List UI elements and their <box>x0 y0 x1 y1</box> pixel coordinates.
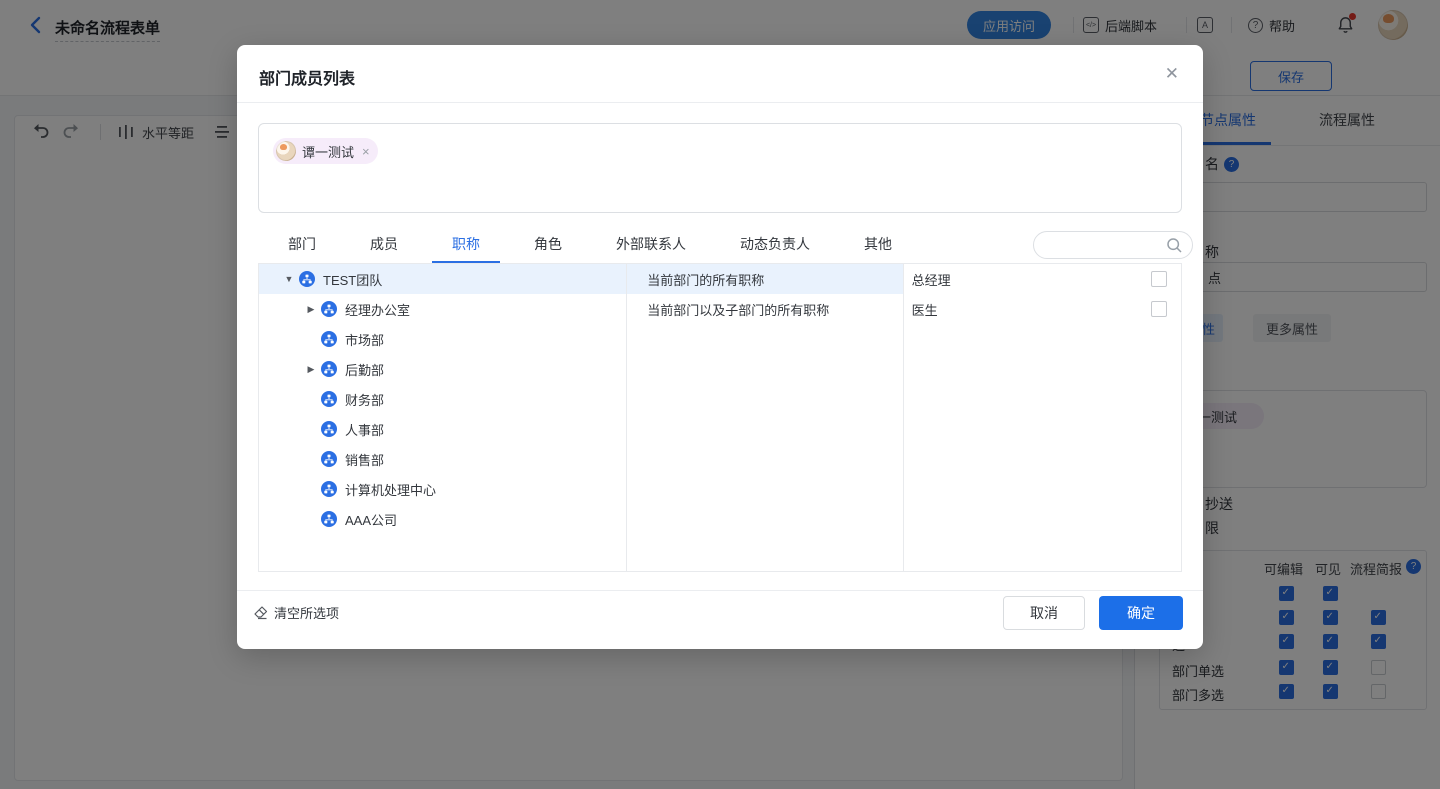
dialog-header: 部门成员列表 ✕ <box>237 45 1203 103</box>
caret-right-icon[interactable]: ▶ <box>305 364 317 375</box>
tab-job-title[interactable]: 职称 <box>452 225 480 263</box>
department-member-dialog: 部门成员列表 ✕ 谭一测试 × 部门 成员 职称 角色 外部联系人 动态负责人 … <box>237 45 1203 649</box>
tree-item[interactable]: 销售部 <box>259 444 626 474</box>
department-icon <box>321 481 337 497</box>
tree-item[interactable]: ▶ 经理办公室 <box>259 294 626 324</box>
search-box[interactable] <box>1033 231 1193 259</box>
tab-dynamic-owner[interactable]: 动态负责人 <box>740 225 810 263</box>
member-avatar <box>276 141 296 161</box>
dialog-title: 部门成员列表 <box>259 65 355 89</box>
department-icon <box>321 421 337 437</box>
list-item[interactable]: 医生 <box>904 294 1181 324</box>
selector-panel: ▼ TEST团队 ▶ 经理办公室 市场部 ▶ 后勤部 <box>258 263 1182 572</box>
department-tree: ▼ TEST团队 ▶ 经理办公室 市场部 ▶ 后勤部 <box>259 264 627 571</box>
tab-other[interactable]: 其他 <box>864 225 892 263</box>
tree-item[interactable]: ▶ 后勤部 <box>259 354 626 384</box>
caret-down-icon[interactable]: ▼ <box>283 274 295 284</box>
search-icon <box>1166 237 1183 254</box>
dialog-tabs: 部门 成员 职称 角色 外部联系人 动态负责人 其他 <box>258 225 998 263</box>
confirm-button[interactable]: 确定 <box>1099 596 1183 630</box>
tree-item[interactable]: 市场部 <box>259 324 626 354</box>
checkbox[interactable] <box>1151 271 1167 287</box>
search-input[interactable] <box>1046 235 1168 257</box>
tab-external-contact[interactable]: 外部联系人 <box>616 225 686 263</box>
tab-member[interactable]: 成员 <box>370 225 398 263</box>
department-icon <box>321 391 337 407</box>
close-icon[interactable]: ✕ <box>1165 64 1179 84</box>
list-item[interactable]: 总经理 <box>904 264 1181 294</box>
dialog-footer: 清空所选项 取消 确定 <box>237 590 1203 649</box>
tab-role[interactable]: 角色 <box>534 225 562 263</box>
department-icon <box>321 361 337 377</box>
caret-right-icon[interactable]: ▶ <box>305 304 317 315</box>
tree-item[interactable]: 人事部 <box>259 414 626 444</box>
selected-members-box[interactable]: 谭一测试 × <box>258 123 1182 213</box>
department-icon <box>321 511 337 527</box>
tree-item[interactable]: 计算机处理中心 <box>259 474 626 504</box>
tree-item[interactable]: 财务部 <box>259 384 626 414</box>
tree-item[interactable]: ▼ TEST团队 <box>259 264 626 294</box>
checkbox[interactable] <box>1151 301 1167 317</box>
list-item[interactable]: 当前部门的所有职称 <box>627 264 902 294</box>
list-item[interactable]: 当前部门以及子部门的所有职称 <box>627 294 902 324</box>
selected-member-chip[interactable]: 谭一测试 × <box>273 138 378 164</box>
member-name: 谭一测试 <box>302 142 354 161</box>
scope-list: 当前部门的所有职称 当前部门以及子部门的所有职称 <box>627 264 903 571</box>
department-icon <box>321 331 337 347</box>
cancel-button[interactable]: 取消 <box>1003 596 1085 630</box>
clear-selection-button[interactable]: 清空所选项 <box>253 603 339 622</box>
clear-icon <box>253 605 268 620</box>
remove-icon[interactable]: × <box>362 144 370 159</box>
department-icon <box>321 301 337 317</box>
department-icon <box>321 451 337 467</box>
tree-item[interactable]: AAA公司 <box>259 504 626 534</box>
department-icon <box>299 271 315 287</box>
job-title-list: 总经理 医生 <box>904 264 1181 571</box>
tab-department[interactable]: 部门 <box>288 225 316 263</box>
